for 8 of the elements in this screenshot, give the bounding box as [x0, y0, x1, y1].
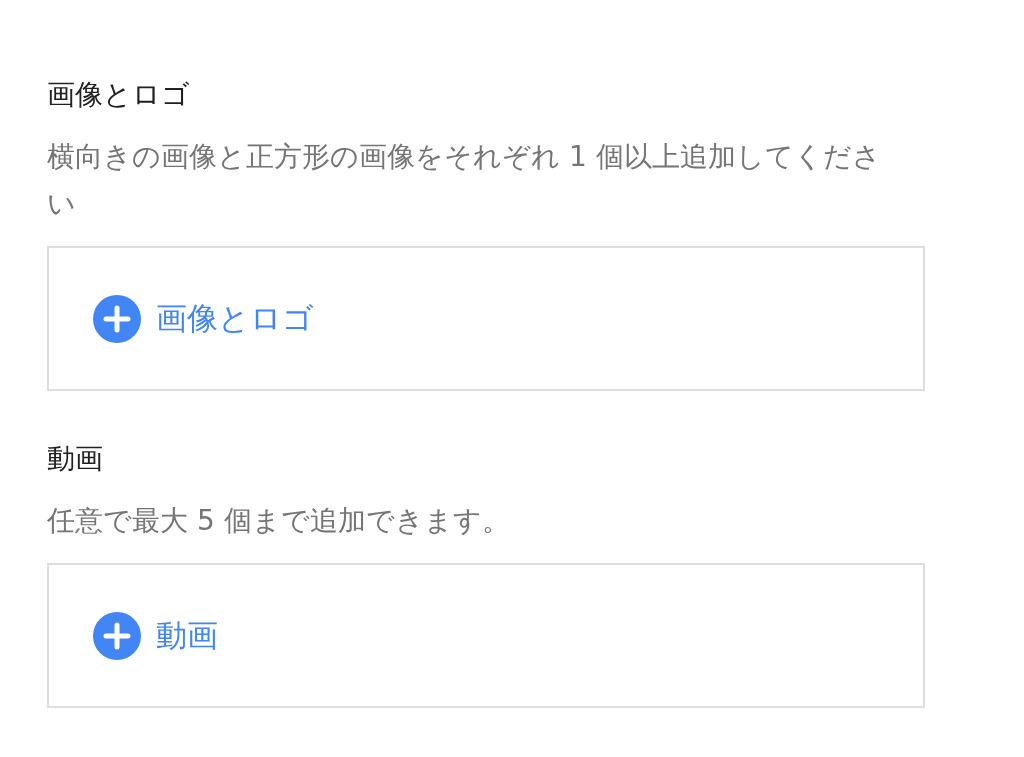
section-description: 任意で最大 5 個まで追加できます。 [47, 503, 510, 539]
section-description: 横向きの画像と正方形の画像をそれぞれ 1 個以上追加してください [47, 139, 882, 222]
section-title: 画像とロゴ [47, 77, 190, 113]
section-title: 動画 [47, 441, 103, 477]
plus-icon [93, 611, 141, 660]
add-button[interactable]: 画像とロゴ [93, 294, 314, 343]
add-button[interactable]: 動画 [93, 611, 218, 660]
plus-icon [93, 294, 141, 343]
